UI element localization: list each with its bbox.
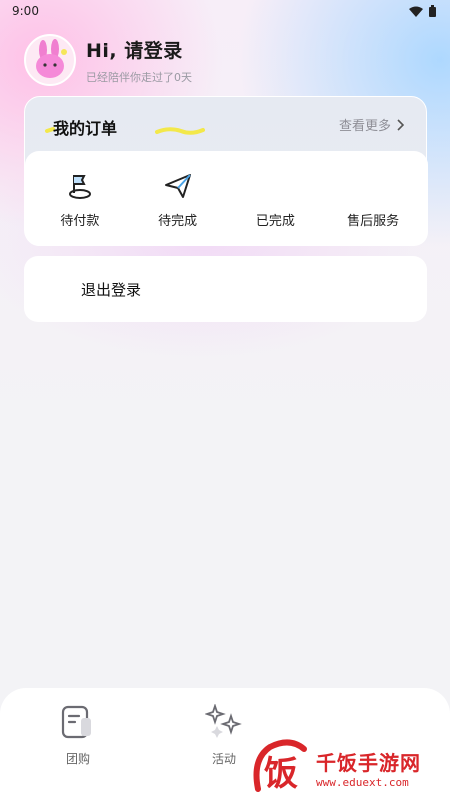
tab-label: 团购	[65, 752, 90, 766]
bunny-avatar-icon	[36, 39, 67, 78]
status-bar: 9:00	[0, 0, 450, 22]
avatar[interactable]	[24, 34, 76, 86]
watermark-brand: 千饭手游网	[316, 751, 421, 775]
flag-icon	[68, 175, 91, 199]
order-pending-payment[interactable]: 待付款	[35, 168, 125, 229]
tab-group-buy[interactable]: 团购	[48, 704, 108, 767]
logout-button[interactable]: 退出登录	[24, 256, 427, 322]
view-more-label: 查看更多	[338, 119, 391, 134]
my-orders-card: 我的订单 查看更多 待付款 待完成 已完成 售后服务	[24, 96, 428, 246]
order-completed[interactable]: 已完成	[230, 168, 320, 229]
companion-days-text: 已经陪伴你走过了0天	[86, 70, 192, 84]
logout-label: 退出登录	[81, 280, 142, 299]
battery-icon	[429, 5, 436, 17]
order-item-label: 待付款	[60, 214, 100, 229]
status-time: 9:00	[12, 4, 39, 18]
sparkle-icon	[205, 704, 242, 738]
paper-plane-icon	[164, 174, 191, 198]
watermark-logo: 饭	[253, 739, 307, 794]
watermark-logo-char: 饭	[264, 754, 298, 794]
order-item-label: 已完成	[255, 214, 295, 229]
order-item-label: 待完成	[158, 214, 198, 229]
view-more-link[interactable]: 查看更多	[339, 115, 404, 134]
chevron-right-icon	[397, 118, 404, 131]
watermark: 饭 千饭手游网 www.eduext.com	[250, 738, 445, 798]
order-status-row: 待付款 待完成 已完成 售后服务	[25, 151, 428, 246]
document-icon	[61, 705, 91, 739]
tab-activity[interactable]: 活动	[194, 704, 254, 767]
order-to-complete[interactable]: 待完成	[133, 168, 223, 229]
tab-label: 活动	[211, 752, 236, 766]
profile-header[interactable]: Hi, 请登录 已经陪伴你走过了0天	[24, 34, 192, 86]
order-after-sales[interactable]: 售后服务	[328, 168, 418, 229]
login-prompt[interactable]: Hi, 请登录	[86, 36, 192, 63]
my-orders-title: 我的订单	[53, 119, 118, 138]
order-item-label: 售后服务	[347, 214, 400, 229]
wifi-icon	[409, 6, 423, 17]
watermark-url: www.eduext.com	[316, 776, 409, 789]
